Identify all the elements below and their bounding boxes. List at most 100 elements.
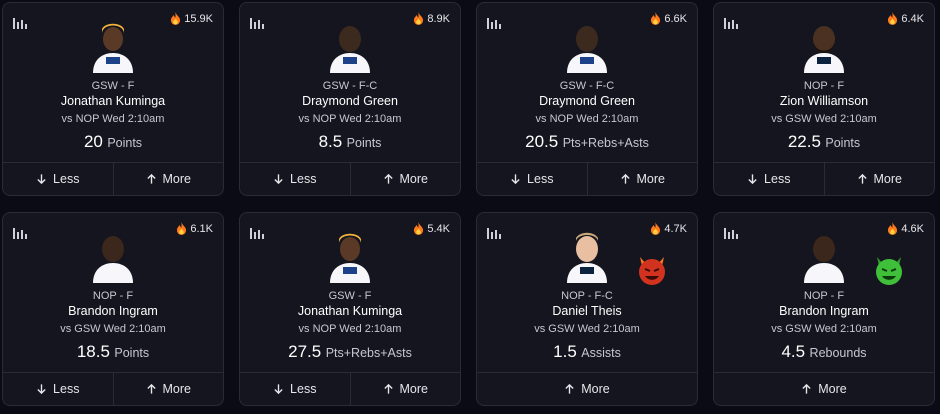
- less-button[interactable]: Less: [714, 163, 824, 195]
- more-label: More: [818, 382, 847, 396]
- less-label: Less: [53, 172, 80, 186]
- arrow-down-icon: [274, 174, 283, 185]
- line-value: 4.5: [781, 342, 806, 361]
- player-photo: [330, 233, 370, 283]
- line-value: 22.5: [787, 132, 821, 151]
- player-name: Brandon Ingram: [68, 304, 158, 318]
- less-label: Less: [290, 382, 317, 396]
- team-position: GSW - F: [328, 290, 372, 302]
- team-position: GSW - F-C: [322, 80, 378, 92]
- arrow-up-icon: [857, 173, 867, 184]
- projection-line: 1.5 Assists: [477, 342, 697, 362]
- player-name: Brandon Ingram: [779, 304, 869, 318]
- more-label: More: [162, 382, 191, 396]
- arrow-up-icon: [620, 173, 630, 184]
- more-label: More: [636, 172, 665, 186]
- line-value: 20.5: [525, 132, 559, 151]
- projection-card[interactable]: 8.9K GSW - F-C Draymond Green vs NOP Wed…: [239, 2, 461, 196]
- matchup-time: vs NOP Wed 2:10am: [298, 113, 402, 125]
- more-button[interactable]: More: [349, 163, 461, 195]
- player-photo: [567, 26, 607, 73]
- stat-type: Pts+Rebs+Asts: [325, 346, 412, 360]
- player-photo: [93, 23, 133, 73]
- less-button[interactable]: Less: [3, 373, 113, 405]
- player-photo: [804, 26, 844, 73]
- projection-card[interactable]: 15.9K GSW - F Jonathan Kuminga vs NOP We…: [2, 2, 224, 196]
- less-button[interactable]: Less: [240, 373, 350, 405]
- matchup-time: vs GSW Wed 2:10am: [771, 323, 877, 335]
- arrow-down-icon: [748, 174, 757, 185]
- line-value: 18.5: [76, 342, 110, 361]
- more-button[interactable]: More: [349, 373, 461, 405]
- projection-line: 22.5 Points: [714, 132, 934, 152]
- stat-type: Assists: [581, 346, 621, 360]
- more-label: More: [399, 172, 428, 186]
- arrow-down-icon: [511, 174, 520, 185]
- less-button[interactable]: Less: [3, 163, 113, 195]
- more-label: More: [581, 382, 610, 396]
- arrow-up-icon: [565, 383, 574, 394]
- team-position: NOP - F: [803, 290, 845, 302]
- less-button[interactable]: Less: [240, 163, 350, 195]
- more-button[interactable]: More: [586, 163, 698, 195]
- projection-card[interactable]: 6.6K GSW - F-C Draymond Green vs NOP Wed…: [476, 2, 698, 196]
- projection-line: 18.5 Points: [3, 342, 223, 362]
- less-label: Less: [764, 172, 791, 186]
- more-button[interactable]: More: [823, 163, 935, 195]
- stat-type: Points: [114, 346, 150, 360]
- matchup-time: vs NOP Wed 2:10am: [298, 323, 402, 335]
- stat-type: Points: [825, 136, 861, 150]
- projection-line: 20 Points: [3, 132, 223, 152]
- stat-type: Points: [107, 136, 143, 150]
- matchup-time: vs GSW Wed 2:10am: [771, 113, 877, 125]
- projection-card[interactable]: 6.4K NOP - F Zion Williamson vs GSW Wed …: [713, 2, 935, 196]
- team-position: GSW - F-C: [559, 80, 615, 92]
- more-button[interactable]: More: [112, 163, 224, 195]
- team-position: NOP - F-C: [561, 290, 613, 302]
- less-label: Less: [53, 382, 80, 396]
- projection-line: 27.5 Pts+Rebs+Asts: [240, 342, 460, 362]
- arrow-up-icon: [383, 173, 393, 184]
- less-button[interactable]: Less: [477, 163, 587, 195]
- arrow-up-icon: [146, 383, 156, 394]
- projection-line: 8.5 Points: [240, 132, 460, 152]
- more-label: More: [162, 172, 191, 186]
- arrow-down-icon: [37, 174, 46, 185]
- player-photo: [804, 236, 844, 283]
- arrow-down-icon: [37, 384, 46, 395]
- projections-grid: 15.9K GSW - F Jonathan Kuminga vs NOP We…: [2, 2, 940, 412]
- arrow-up-icon: [802, 383, 811, 394]
- team-position: NOP - F: [803, 80, 845, 92]
- projection-card[interactable]: 6.1K NOP - F Brandon Ingram vs GSW Wed 2…: [2, 212, 224, 406]
- more-button[interactable]: More: [714, 373, 934, 405]
- player-name: Draymond Green: [302, 94, 398, 108]
- player-photo: [93, 236, 133, 283]
- player-photo: [567, 232, 607, 283]
- more-button[interactable]: More: [112, 373, 224, 405]
- matchup-time: vs GSW Wed 2:10am: [60, 323, 166, 335]
- stat-type: Points: [346, 136, 382, 150]
- matchup-time: vs NOP Wed 2:10am: [61, 113, 165, 125]
- arrow-down-icon: [274, 384, 283, 395]
- player-photo: [330, 26, 370, 73]
- projection-card[interactable]: 5.4K GSW - F Jonathan Kuminga vs NOP Wed…: [239, 212, 461, 406]
- team-position: GSW - F: [91, 80, 135, 92]
- projection-line: 20.5 Pts+Rebs+Asts: [477, 132, 697, 152]
- more-label: More: [399, 382, 428, 396]
- projection-card[interactable]: 4.6K NOP - F Brandon Ingram vs GSW Wed 2…: [713, 212, 935, 406]
- matchup-time: vs GSW Wed 2:10am: [534, 323, 640, 335]
- line-value: 20: [83, 132, 103, 151]
- arrow-up-icon: [146, 173, 156, 184]
- matchup-time: vs NOP Wed 2:10am: [535, 113, 639, 125]
- line-value: 1.5: [553, 342, 577, 361]
- less-label: Less: [290, 172, 317, 186]
- stat-type: Pts+Rebs+Asts: [562, 136, 649, 150]
- player-name: Draymond Green: [539, 94, 635, 108]
- less-label: Less: [527, 172, 554, 186]
- more-button[interactable]: More: [477, 373, 697, 405]
- green-demon-icon: [876, 257, 902, 285]
- player-name: Zion Williamson: [779, 94, 869, 108]
- line-value: 27.5: [288, 342, 322, 361]
- projection-card[interactable]: 4.7K NOP - F-C Daniel Theis vs GSW Wed 2…: [476, 212, 698, 406]
- arrow-up-icon: [383, 383, 393, 394]
